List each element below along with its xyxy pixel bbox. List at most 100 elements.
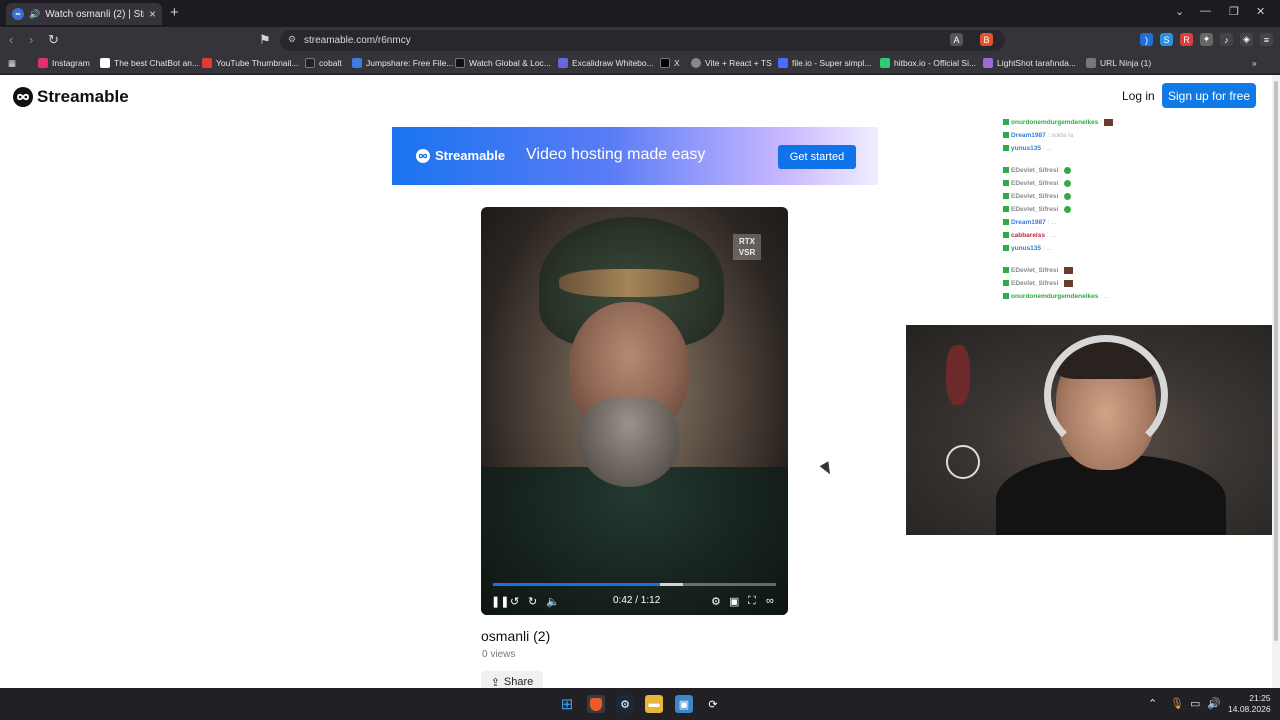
urlninja-icon [1086, 58, 1096, 68]
page-scrollbar[interactable] [1272, 75, 1280, 688]
extension-icon[interactable]: S [1160, 33, 1173, 46]
bookmark-item[interactable]: file.io - Super simpl... [778, 58, 871, 68]
music-icon[interactable]: ♪ [1220, 33, 1233, 46]
more-bookmarks-icon[interactable]: » [1252, 58, 1257, 68]
webcam-overlay [906, 325, 1272, 535]
chat-badge-icon [1003, 180, 1009, 187]
system-clock[interactable]: 21:25 14.08.2026 [1228, 693, 1271, 715]
streamable-favicon-icon: ∞ [12, 8, 24, 20]
banner-logo-text: Streamable [435, 148, 506, 163]
maximize-button[interactable]: ❐ [1229, 5, 1239, 18]
tray-overflow-icon[interactable]: ⌃ [1148, 697, 1157, 710]
settings-icon[interactable]: ⚙ [711, 595, 721, 608]
emote-icon [1063, 205, 1071, 213]
new-tab-button[interactable]: + [170, 4, 179, 21]
forward-icon[interactable]: › [29, 32, 33, 47]
stream-chat-overlay: onurdonemdurgemdenelkes : Dream1987 : so… [1003, 118, 1272, 305]
close-tab-icon[interactable]: × [149, 7, 156, 21]
get-started-button[interactable]: Get started [778, 145, 856, 169]
webcam-background-object [946, 345, 970, 405]
chat-badge-icon [1003, 232, 1009, 239]
chat-badge-icon [1003, 193, 1009, 200]
close-window-button[interactable]: ✕ [1256, 5, 1265, 18]
volume-tray-icon[interactable]: 🔊 [1207, 697, 1221, 710]
translate-icon[interactable]: A [950, 33, 963, 46]
bookmark-item[interactable]: Vite + React + TS [691, 58, 772, 68]
url-text: streamable.com/r6nmcy [304, 35, 411, 46]
login-link[interactable]: Log in [1122, 89, 1155, 103]
chat-line: yunus135 : ... [1003, 244, 1272, 262]
chatbot-icon [100, 58, 110, 68]
bookmark-item[interactable]: Instagram [38, 58, 90, 68]
reload-icon[interactable]: ↻ [48, 32, 59, 48]
app-icon[interactable]: ▣ [675, 695, 693, 713]
seek-bar[interactable] [493, 583, 776, 586]
bookmark-icon[interactable]: ⚑ [259, 32, 271, 48]
bookmark-item[interactable]: X [660, 58, 680, 68]
puzzle-icon[interactable]: ✦ [1200, 33, 1213, 46]
rewind-icon[interactable]: ↺ [510, 595, 519, 608]
bookmark-item[interactable]: The best ChatBot an... [100, 58, 199, 68]
tab-title: Watch osmanli (2) | Streamab [45, 8, 144, 20]
vpn-icon[interactable]: ◈ [1240, 33, 1253, 46]
streamable-logo-icon [416, 148, 430, 163]
signup-button[interactable]: Sign up for free [1162, 83, 1256, 108]
chat-badge-icon [1003, 132, 1009, 139]
seek-bar-played [493, 583, 660, 586]
bookmark-item[interactable]: cobalt [305, 58, 342, 68]
settings-app-icon[interactable]: ⟳ [704, 695, 722, 713]
chat-badge-icon [1003, 267, 1009, 274]
pause-icon[interactable]: ❚❚ [491, 595, 509, 608]
webcam-headset [1044, 335, 1168, 455]
fullscreen-icon[interactable]: ⛶ [748, 595, 756, 608]
minimize-button[interactable]: — [1200, 5, 1211, 17]
streamable-page: Streamable Log in Sign up for free Strea… [0, 75, 1272, 688]
brave-browser-icon[interactable] [587, 695, 605, 713]
extension-icon[interactable]: R [1180, 33, 1193, 46]
network-icon[interactable]: ▭ [1190, 697, 1200, 710]
volume-icon[interactable]: 🔈 [546, 595, 560, 608]
bookmark-item[interactable]: Watch Global & Loc... [455, 58, 551, 68]
chat-line: cabbareiss : ... [1003, 231, 1272, 240]
video-frame-beard [579, 397, 679, 487]
chat-badge-icon [1003, 219, 1009, 226]
picture-in-picture-icon[interactable]: ▣ [729, 595, 739, 608]
hitbox-icon [880, 58, 890, 68]
url-input[interactable]: ⚙ streamable.com/r6nmcy [280, 30, 1005, 51]
emote-icon [1063, 166, 1071, 174]
streamable-player-icon[interactable]: ∞ [766, 595, 774, 607]
tab-search-icon[interactable]: ⌄ [1175, 5, 1184, 18]
bookmark-item[interactable]: YouTube Thumbnail... [202, 58, 298, 68]
fast-forward-icon[interactable]: ↻ [528, 595, 537, 608]
scrollbar-thumb[interactable] [1274, 81, 1278, 641]
streamable-logo[interactable]: Streamable [13, 87, 129, 107]
back-icon[interactable]: ‹ [9, 32, 13, 47]
video-player[interactable]: RTX VSR ❚❚ ↺ ↻ 🔈 0:42 / 1:12 ⚙ ▣ ⛶ ∞ [481, 207, 788, 615]
lightshot-icon [983, 58, 993, 68]
video-title: osmanli (2) [481, 628, 551, 644]
share-button[interactable]: ⇪ Share [481, 671, 543, 688]
address-bar-row: ‹ › ↻ ⚑ ⚙ streamable.com/r6nmcy A B ) S … [0, 27, 1280, 54]
extension-icon[interactable]: ) [1140, 33, 1153, 46]
time-display: 0:42 / 1:12 [613, 595, 661, 606]
bookmark-item[interactable]: LightShot tarafında... [983, 58, 1076, 68]
tab-active[interactable]: ∞ 🔊 Watch osmanli (2) | Streamab × [6, 3, 162, 25]
bookmark-item[interactable]: hitbox.io - Official Si... [880, 58, 976, 68]
bookmark-item[interactable]: Jumpshare: Free File... [352, 58, 453, 68]
brave-shield-icon[interactable]: B [980, 33, 993, 46]
steam-icon[interactable]: ⚙ [616, 695, 634, 713]
menu-icon[interactable]: ≡ [1260, 33, 1273, 46]
windows-start-icon[interactable]: ⊞ [558, 695, 576, 713]
chat-line: Dream1987 : sokla la [1003, 131, 1272, 140]
apps-icon[interactable]: ▦ [8, 58, 16, 69]
bookmark-item[interactable]: Excalidraw Whitebo... [558, 58, 654, 68]
promo-banner[interactable]: Streamable Video hosting made easy Get s… [392, 127, 878, 185]
chat-badge-icon [1003, 280, 1009, 287]
microphone-icon[interactable]: 🎙 [1170, 697, 1184, 710]
bookmark-item[interactable]: URL Ninja (1) [1086, 58, 1151, 68]
chat-line: yunus135 : ... [1003, 144, 1272, 162]
file-explorer-icon[interactable]: ▬ [645, 695, 663, 713]
emote-icon [1063, 192, 1071, 200]
site-info-icon[interactable]: ⚙ [288, 34, 296, 45]
logo-text: Streamable [37, 87, 129, 106]
